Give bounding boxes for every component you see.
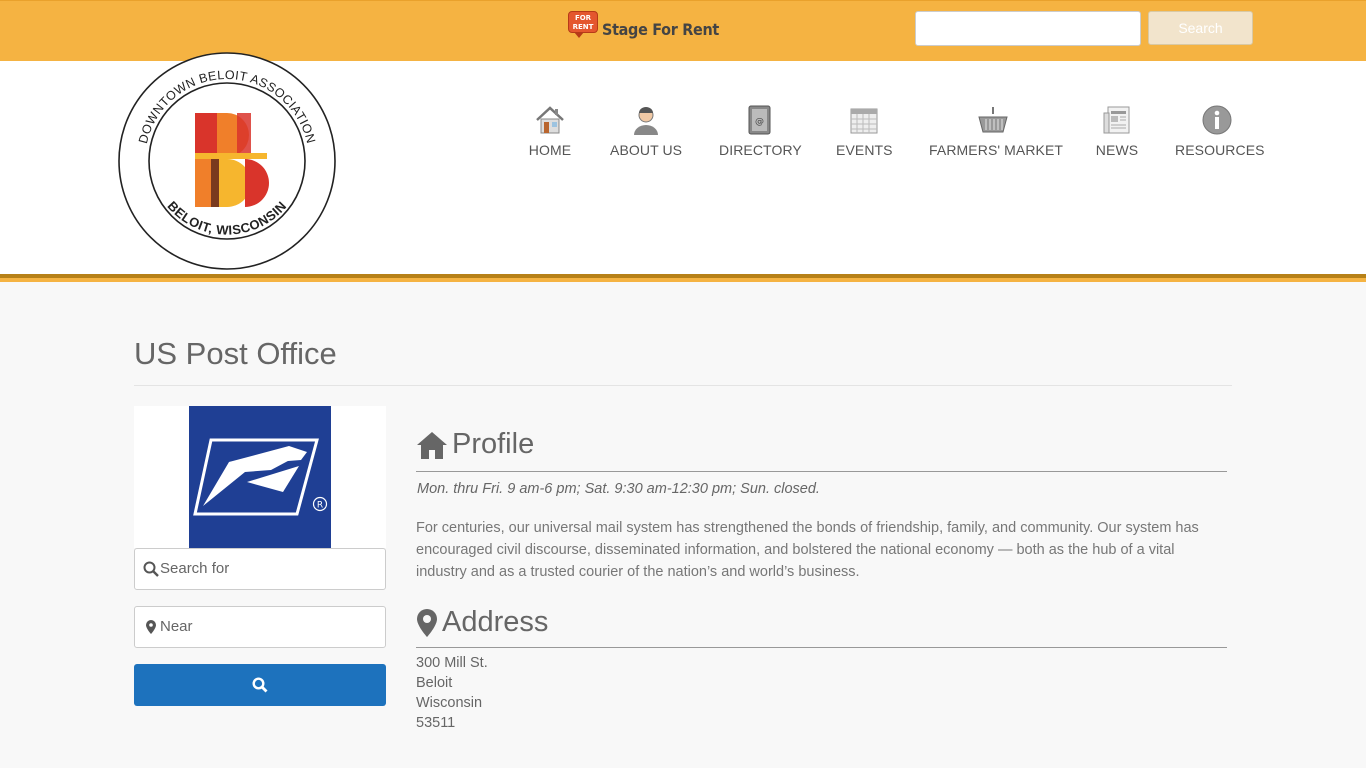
nav-home-label: HOME [528,142,572,158]
svg-text:R: R [317,501,323,511]
map-marker-icon [417,608,437,637]
site-search-input[interactable] [915,11,1141,46]
address-book-icon: @ [748,105,771,135]
address-street: 300 Mill St. [416,655,488,671]
stage-for-rent-label: Stage For Rent [602,20,720,39]
profile-description: For centuries, our universal mail system… [416,520,1199,580]
nav-about-us[interactable]: ABOUT US [610,104,682,158]
newspaper-icon [1103,106,1130,134]
search-icon [143,561,159,577]
for-rent-icon: FOR RENT [568,11,598,38]
nav-resources[interactable]: RESOURCES [1175,104,1265,158]
address-state: Wisconsin [416,695,483,711]
title-divider [134,385,1232,386]
nav-news-label: NEWS [1095,142,1139,158]
nav-news[interactable]: NEWS [1095,104,1139,158]
nav-events[interactable]: EVENTS [836,104,893,158]
search-for-input[interactable]: Search for [134,548,386,590]
address-heading: Address [416,606,548,639]
person-icon [634,107,658,135]
house-icon [536,106,564,134]
page-title: US Post Office [134,336,337,371]
near-input[interactable]: Near [134,606,386,648]
info-icon [1202,105,1232,135]
opening-hours: Mon. thru Fri. 9 am-6 pm; Sat. 9:30 am-1… [417,481,820,497]
profile-divider [416,471,1227,472]
address-city: Beloit [416,675,453,691]
usps-logo: R [189,406,331,548]
nav-directory[interactable]: @ DIRECTORY [719,104,802,158]
address-heading-text: Address [442,606,549,638]
nav-home[interactable]: HOME [528,104,572,158]
for-rent-badge: FOR RENT [568,11,598,33]
header-divider-accent [0,278,1366,282]
site-search-button[interactable]: Search [1148,11,1253,45]
nav-farmers-market-label: FARMERS' MARKET [929,142,1064,158]
search-icon [252,677,268,693]
stage-for-rent-link[interactable]: FOR RENT Stage For Rent [568,11,720,39]
nav-farmers-market[interactable]: FARMERS' MARKET [929,104,1064,158]
nav-about-us-label: ABOUT US [610,142,683,158]
svg-text:@: @ [755,117,764,127]
profile-heading-text: Profile [452,428,535,460]
main-nav: HOME ABOUT US @ DIRECTORY EVENTS FARMERS… [0,104,1366,164]
nav-directory-label: DIRECTORY [719,142,802,158]
basket-icon [978,107,1008,133]
search-for-placeholder: Search for [160,560,230,577]
near-placeholder: Near [160,618,193,635]
profile-heading: Profile [416,428,534,461]
address-divider [416,647,1227,648]
address-zip: 53511 [416,715,456,731]
nav-events-label: EVENTS [836,142,893,158]
usps-eagle-icon: R [193,438,328,516]
calendar-icon [850,108,878,134]
home-icon [417,431,447,459]
map-marker-icon [146,620,156,634]
nav-resources-label: RESOURCES [1175,142,1265,158]
directory-search-button[interactable] [134,664,386,706]
listing-logo: R [134,406,386,548]
